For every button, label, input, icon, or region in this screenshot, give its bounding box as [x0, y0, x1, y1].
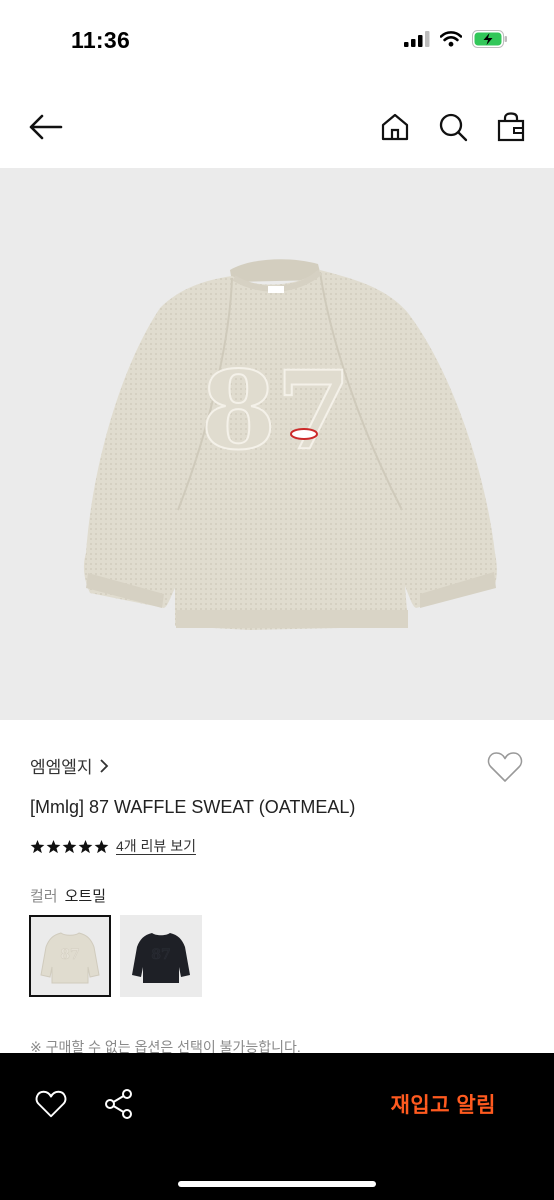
- star-icon: [62, 839, 77, 853]
- share-icon: [105, 1089, 132, 1119]
- heart-icon: [35, 1090, 67, 1118]
- sweater-image: 87: [83, 259, 497, 630]
- star-icon: [78, 839, 93, 853]
- home-icon: [381, 113, 409, 141]
- rating-stars: [30, 839, 109, 854]
- status-icons: [404, 30, 508, 48]
- nav-actions: [374, 106, 532, 148]
- status-bar: 11:36: [0, 0, 554, 84]
- status-time: 11:36: [71, 27, 131, 53]
- svg-text:87: 87: [60, 947, 79, 963]
- brand-link[interactable]: 엠엠엘지: [30, 753, 109, 778]
- swatch-oatmeal[interactable]: 87: [29, 915, 111, 997]
- product-image[interactable]: 87: [0, 168, 554, 720]
- shopping-bag-icon: [497, 112, 525, 142]
- home-button[interactable]: [374, 106, 416, 148]
- arrow-left-icon: [29, 114, 63, 140]
- heart-icon: [487, 752, 523, 782]
- swatch-black-image: 87: [132, 933, 190, 983]
- star-icon: [46, 839, 61, 853]
- cart-button[interactable]: [490, 106, 532, 148]
- wishlist-button[interactable]: [486, 748, 524, 786]
- brand-name: 엠엠엘지: [30, 758, 93, 777]
- svg-text:87: 87: [151, 947, 170, 963]
- bottom-wishlist-button[interactable]: [32, 1085, 70, 1123]
- color-swatches: 87 87: [29, 915, 202, 997]
- color-label: 컬러: [30, 888, 58, 905]
- swatch-black[interactable]: 87: [120, 915, 202, 997]
- battery-icon: [472, 30, 507, 48]
- star-icon: [30, 839, 45, 853]
- rating-row: 4개 리뷰 보기: [30, 836, 196, 856]
- product-title: [Mmlg] 87 WAFFLE SWEAT (OATMEAL): [30, 797, 356, 817]
- share-button[interactable]: [100, 1085, 138, 1123]
- signal-icon: [404, 31, 430, 47]
- search-icon: [439, 113, 468, 142]
- wifi-icon: [440, 31, 462, 47]
- color-row: 컬러 오트밀: [30, 885, 106, 906]
- chevron-right-icon: [99, 758, 108, 773]
- restock-alert-button[interactable]: 재입고 알림: [391, 1089, 496, 1119]
- star-icon: [94, 839, 109, 853]
- product-page: 11:36 87 엠엠엘지 [Mmlg] 87 WAFFLE SWEAT (OA…: [0, 0, 554, 1200]
- color-value: 오트밀: [64, 888, 107, 905]
- review-link[interactable]: 4개 리뷰 보기: [116, 836, 196, 856]
- nav-bar: [0, 84, 554, 168]
- sweater-graphic-number: 87: [201, 348, 351, 474]
- home-indicator: [178, 1181, 376, 1187]
- back-button[interactable]: [24, 106, 66, 148]
- search-button[interactable]: [432, 106, 474, 148]
- swatch-oatmeal-image: 87: [40, 932, 100, 984]
- bottom-action-bar: 재입고 알림: [0, 1053, 554, 1200]
